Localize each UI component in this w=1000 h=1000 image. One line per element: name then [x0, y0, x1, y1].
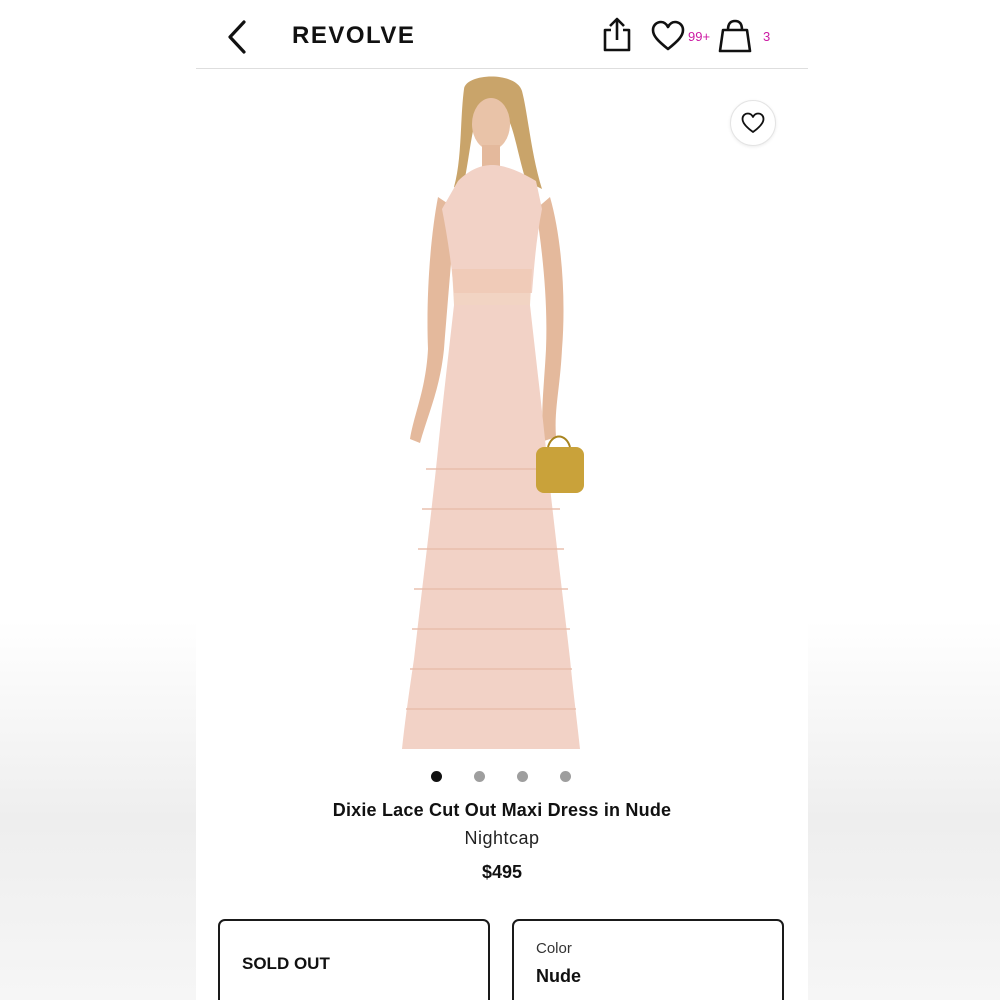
- product-brand[interactable]: Nightcap: [196, 828, 808, 849]
- carousel-dot[interactable]: [517, 771, 528, 782]
- shopping-bag-button[interactable]: [718, 18, 752, 54]
- shopping-bag-icon: [718, 19, 752, 53]
- app-header: REVOLVE 99+ 3: [196, 0, 808, 69]
- product-price: $495: [481, 862, 523, 882]
- bag-count-badge: 3: [763, 29, 771, 44]
- share-button[interactable]: [601, 16, 633, 54]
- product-screen: REVOLVE 99+ 3 Dixie Lace Cut Out Maxi Dr…: [196, 0, 808, 1000]
- color-value: Nude: [536, 966, 581, 986]
- carousel-dot[interactable]: [560, 771, 571, 782]
- heart-outline-icon: [741, 112, 765, 133]
- add-to-favorites-button[interactable]: [730, 100, 776, 146]
- chevron-left-icon: [228, 20, 246, 54]
- right-backdrop: [808, 0, 1000, 1000]
- sold-out-label: SOLD OUT: [242, 954, 330, 973]
- heart-icon: [651, 20, 685, 51]
- left-backdrop: [0, 0, 196, 1000]
- size-selector[interactable]: SOLD OUT: [218, 919, 490, 1000]
- wishlist-count-badge: 99+: [688, 29, 711, 44]
- carousel-dot[interactable]: [431, 771, 442, 782]
- share-icon: [603, 17, 631, 52]
- color-label: Color: [536, 940, 572, 957]
- wishlist-button[interactable]: [651, 20, 685, 52]
- brand-logo[interactable]: REVOLVE: [292, 22, 415, 50]
- product-title: Dixie Lace Cut Out Maxi Dress in Nude: [332, 800, 672, 820]
- carousel-indicator: [196, 771, 808, 785]
- product-image: [402, 76, 584, 749]
- carousel-dot[interactable]: [474, 771, 485, 782]
- color-selector[interactable]: Color Nude: [512, 919, 784, 1000]
- product-image-carousel[interactable]: [196, 69, 808, 759]
- back-button[interactable]: [224, 18, 254, 56]
